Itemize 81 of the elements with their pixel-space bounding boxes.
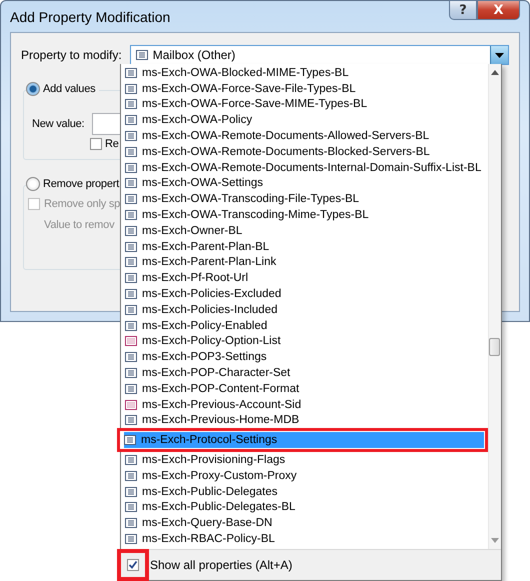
- list-icon: [125, 273, 137, 284]
- list-item[interactable]: ms-Exch-OWA-Force-Save-File-Types-BL: [121, 80, 484, 97]
- list-icon: [125, 502, 137, 512]
- list-icon: [125, 210, 137, 220]
- list-icon: [125, 336, 137, 346]
- list-item[interactable]: ms-Exch-OWA-Transcoding-File-Types-BL: [121, 191, 484, 208]
- property-dropdown[interactable]: Mailbox (Other): [130, 45, 509, 65]
- list-icon: [125, 304, 137, 315]
- list-icon: [125, 415, 137, 426]
- list-icon: [125, 289, 137, 300]
- list-item[interactable]: ms-Exch-OWA-Transcoding-Mime-Types-BL: [121, 207, 484, 223]
- list-icon: [125, 131, 137, 142]
- list-icon: [125, 486, 137, 497]
- list-icon: [125, 320, 137, 331]
- list-item[interactable]: ms-Exch-POP-Content-Format: [121, 380, 484, 397]
- list-item[interactable]: ms-Exch-OWA-Remote-Documents-Internal-Domain-Suffix-List-BL: [121, 160, 484, 176]
- list-icon: [125, 470, 137, 481]
- field-label: Property to modify:: [21, 48, 122, 62]
- list-item[interactable]: ms-Exch-Query-Base-DN: [121, 515, 484, 532]
- list-icon: [124, 435, 136, 446]
- list-icon: [125, 194, 137, 204]
- list-item[interactable]: ms-Exch-Public-Delegates-BL: [121, 500, 484, 516]
- list-item[interactable]: ms-Exch-OWA-Blocked-MIME-Types-BL: [121, 65, 484, 81]
- list-item[interactable]: ms-Exch-Parent-Plan-Link: [121, 254, 484, 270]
- list-icon: [125, 257, 137, 268]
- checkbox-label: Show all properties (Alt+A): [150, 558, 292, 572]
- show-all-checkbox[interactable]: [127, 559, 139, 571]
- radio-label: Add values: [43, 83, 96, 95]
- checkbox-label: Re: [105, 138, 119, 150]
- scroll-up-icon: [491, 70, 499, 75]
- list-item[interactable]: ms-Exch-Previous-Account-Sid: [121, 396, 484, 413]
- radio-label: Remove propert: [43, 178, 120, 190]
- help-button[interactable]: ?: [449, 0, 477, 20]
- list-item[interactable]: ms-Exch-Owner-BL: [121, 222, 484, 239]
- caret-icon: [495, 52, 504, 58]
- list-icon: [125, 162, 137, 173]
- list-item[interactable]: ms-Exch-Provisioning-Flags: [121, 452, 484, 468]
- list-icon: [125, 352, 137, 362]
- list-icon: [125, 178, 137, 188]
- list-icon: [136, 50, 148, 60]
- list-icon: [125, 115, 137, 126]
- list-icon: [125, 242, 137, 252]
- list-item[interactable]: ms-Exch-OWA-Remote-Documents-Allowed-Servers-BL: [121, 128, 484, 144]
- list-item[interactable]: ms-Exch-Policies-Included: [121, 302, 484, 318]
- list-item[interactable]: ms-Exch-Public-Delegates: [121, 484, 484, 500]
- list-icon: [125, 226, 137, 236]
- list-icon: [125, 400, 137, 410]
- list-item[interactable]: ms-Exch-Policy-Enabled: [121, 318, 484, 334]
- list-icon: [125, 518, 137, 528]
- list-icon: [125, 146, 137, 157]
- checkbox-label: Remove only sp: [44, 198, 120, 210]
- scroll-down-icon: [491, 538, 499, 543]
- window-title: Add Property Modification: [10, 9, 172, 25]
- list-icon: [125, 368, 137, 378]
- list-item[interactable]: ms-Exch-OWA-Policy: [121, 112, 484, 128]
- list-item[interactable]: ms-Exch-OWA-Remote-Documents-Blocked-Servers-BL: [121, 144, 484, 160]
- list-item[interactable]: ms-Exch-POP-Character-Set: [121, 365, 484, 381]
- list-item[interactable]: ms-Exch-Policies-Excluded: [121, 286, 484, 302]
- list-item[interactable]: ms-Exch-POP3-Settings: [121, 349, 484, 366]
- list-icon: [125, 384, 137, 394]
- list-icon: [125, 534, 137, 544]
- scroll-thumb[interactable]: [489, 338, 500, 356]
- list-icon: [125, 455, 137, 466]
- list-item[interactable]: ms-Exch-Policy-Option-List: [121, 334, 484, 350]
- list-item[interactable]: ms-Exch-OWA-Force-Save-MIME-Types-BL: [121, 96, 484, 112]
- list-icon: [125, 84, 137, 94]
- list-item[interactable]: ms-Exch-OWA-Settings: [121, 176, 484, 192]
- list-item[interactable]: ms-Exch-Protocol-Settings: [117, 428, 488, 452]
- scrollbar[interactable]: [488, 64, 501, 549]
- list-item[interactable]: ms-Exch-Previous-Home-MDB: [121, 412, 484, 428]
- list-item[interactable]: ms-Exch-Proxy-Custom-Proxy: [121, 468, 484, 484]
- add-values-radio[interactable]: [26, 82, 40, 96]
- list-item[interactable]: ms-Exch-Pf-Root-Url: [121, 270, 484, 286]
- field-label: New value:: [32, 118, 84, 130]
- list-item[interactable]: ms-Exch-RBAC-Policy-BL: [121, 531, 484, 547]
- list-icon: [125, 68, 137, 78]
- close-button[interactable]: X: [477, 0, 520, 20]
- checkbox[interactable]: [90, 138, 102, 150]
- field-label: Value to remov: [44, 219, 114, 231]
- list-item[interactable]: ms-Exch-Parent-Plan-BL: [121, 238, 484, 255]
- list-icon: [125, 99, 137, 110]
